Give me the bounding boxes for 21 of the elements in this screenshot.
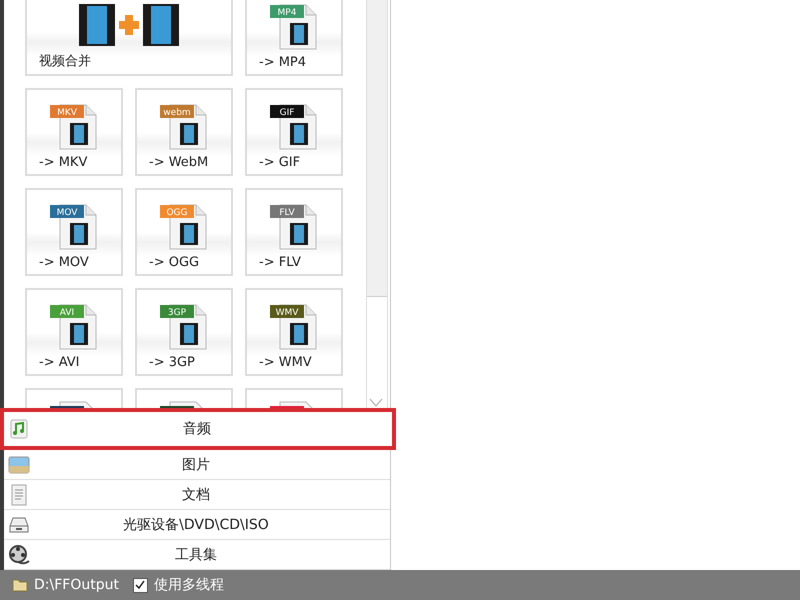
- convert-tile[interactable]: OGG -> OGG: [135, 188, 233, 276]
- output-folder-path[interactable]: D:\FFOutput: [34, 577, 119, 593]
- convert-tile[interactable]: MKV -> MKV: [25, 88, 123, 176]
- folder-icon[interactable]: [12, 578, 28, 592]
- scrollbar[interactable]: [366, 0, 388, 408]
- convert-tile[interactable]: MP4 -> MP4: [245, 0, 343, 76]
- convert-tile[interactable]: FLV -> FLV: [245, 188, 343, 276]
- convert-tile[interactable]: 3GP -> 3GP: [135, 288, 233, 376]
- music-note-icon: [8, 418, 30, 440]
- convert-tile[interactable]: webm -> WebM: [135, 88, 233, 176]
- convert-tile[interactable]: MOV -> MOV: [25, 188, 123, 276]
- landscape-photo-icon: [8, 454, 30, 476]
- convert-tile[interactable]: WMV -> WMV: [245, 288, 343, 376]
- film-reel-icon: [8, 544, 30, 566]
- convert-tile[interactable]: AVI -> AVI: [25, 288, 123, 376]
- multithread-label: 使用多线程: [154, 576, 224, 594]
- category-item[interactable]: 音频: [0, 408, 396, 450]
- convert-tile[interactable]: GIF -> GIF: [245, 88, 343, 176]
- convert-tile[interactable]: 视频合并: [25, 0, 233, 76]
- film-merge-icon: [77, 2, 181, 48]
- multithread-checkbox[interactable]: [132, 578, 148, 592]
